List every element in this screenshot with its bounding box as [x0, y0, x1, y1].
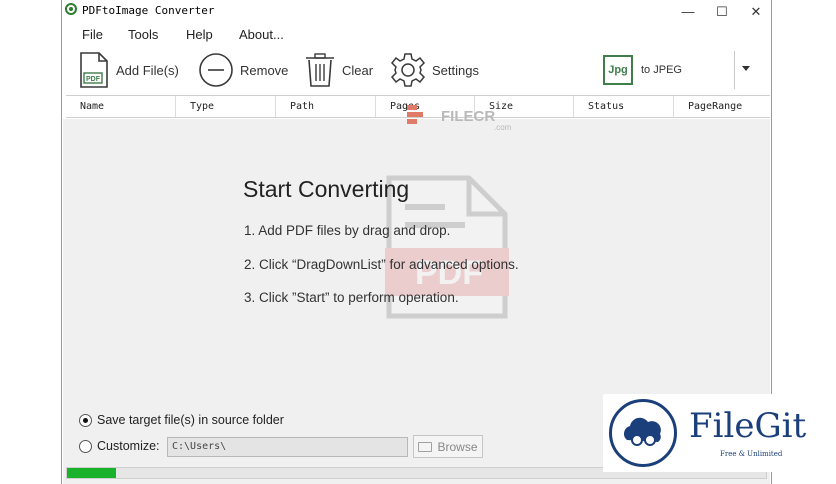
filegit-cloud-icon	[623, 417, 661, 446]
remove-button[interactable]: Remove	[198, 51, 288, 89]
settings-label: Settings	[432, 62, 479, 78]
output-format-button[interactable]: Jpg to JPEG	[603, 51, 682, 89]
title-bar[interactable]: PDFtoImage Converter — ☐ ✕	[62, 0, 771, 24]
customize-radio[interactable]	[79, 440, 92, 453]
filecr-logo-icon	[407, 105, 423, 124]
output-format-label: to JPEG	[641, 64, 682, 76]
instruction-step-2: 2. Click “DragDownList” for advanced opt…	[244, 257, 519, 272]
remove-label: Remove	[240, 62, 289, 78]
column-header-type[interactable]: Type	[175, 96, 275, 117]
column-header-name[interactable]: Name	[66, 96, 175, 117]
jpg-format-icon: Jpg	[603, 55, 633, 85]
column-header-path[interactable]: Path	[275, 96, 375, 117]
maximize-button[interactable]: ☐	[705, 0, 739, 24]
filegit-watermark-text: FileGit	[689, 406, 807, 446]
output-path-field[interactable]: C:\Users\	[167, 437, 408, 457]
folder-icon	[418, 441, 433, 452]
trash-icon	[306, 53, 334, 87]
clear-button[interactable]: Clear	[304, 51, 373, 89]
toolbar-separator	[734, 51, 735, 89]
filecr-watermark-suffix: .com	[494, 123, 512, 132]
menu-help[interactable]: Help	[186, 27, 213, 42]
menu-bar: File Tools Help About...	[62, 24, 771, 46]
save-source-radio[interactable]	[79, 414, 92, 427]
settings-button[interactable]: Settings	[390, 51, 479, 89]
column-header-status[interactable]: Status	[573, 96, 673, 117]
filecr-watermark-text: FILECR	[441, 108, 496, 125]
gear-icon	[390, 53, 426, 87]
save-source-label[interactable]: Save target file(s) in source folder	[97, 413, 284, 427]
app-logo-icon	[65, 3, 77, 15]
svg-text:PDF: PDF	[86, 76, 101, 83]
filegit-watermark-tagline: Free & Unlimited	[720, 450, 783, 458]
filegit-logo-icon	[609, 399, 677, 467]
column-header-pagerange[interactable]: PageRange	[673, 96, 770, 117]
minimize-button[interactable]: —	[671, 0, 705, 24]
customize-label[interactable]: Customize:	[97, 439, 160, 453]
toolbar: PDF Add File(s) Remove Clear Settings Jp…	[62, 47, 771, 93]
filegit-watermark: FileGit Free & Unlimited	[603, 394, 836, 472]
file-drop-area[interactable]: PDF Start Converting 1. Add PDF files by…	[63, 119, 770, 397]
menu-about[interactable]: About...	[239, 27, 284, 42]
instruction-step-1: 1. Add PDF files by drag and drop.	[244, 223, 451, 238]
window-title: PDFtoImage Converter	[82, 4, 215, 17]
format-dropdown-arrow-icon[interactable]	[742, 66, 750, 71]
filecr-watermark: FILECR .com	[405, 103, 511, 136]
progress-fill	[67, 468, 116, 478]
clear-label: Clear	[342, 62, 374, 78]
menu-file[interactable]: File	[82, 27, 103, 42]
instruction-step-3: 3. Click ”Start” to perform operation.	[244, 290, 459, 305]
browse-label: Browse	[437, 439, 478, 454]
close-button[interactable]: ✕	[739, 0, 773, 24]
menu-tools[interactable]: Tools	[128, 27, 158, 42]
add-files-button[interactable]: PDF Add File(s)	[78, 51, 179, 89]
add-files-label: Add File(s)	[116, 62, 179, 78]
remove-icon	[199, 53, 233, 87]
add-file-icon: PDF	[80, 52, 108, 88]
start-converting-title: Start Converting	[243, 176, 410, 202]
browse-button[interactable]: Browse	[413, 435, 483, 458]
